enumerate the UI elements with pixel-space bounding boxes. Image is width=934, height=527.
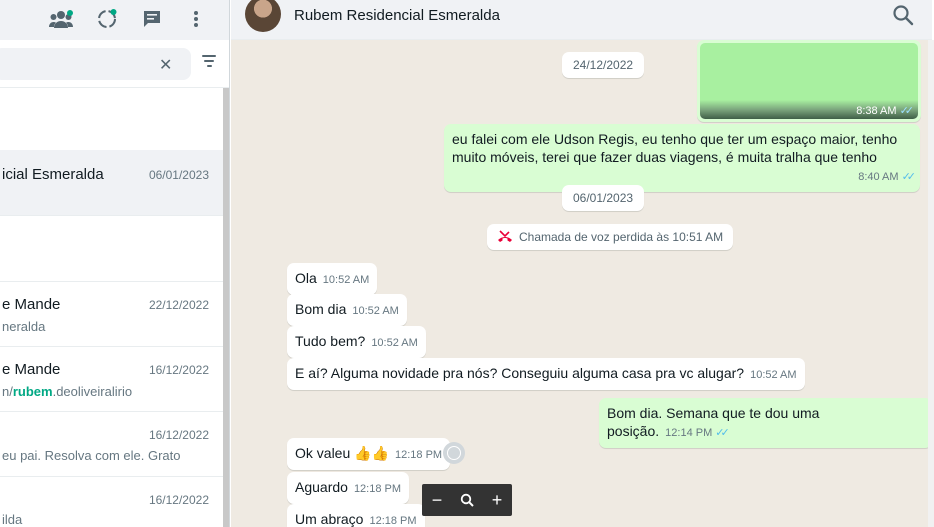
message-time: 12:14 PM ✓✓ [665,427,730,439]
message-time: 8:40 AM ✓✓ [858,168,917,186]
message-time: 10:52 AM [352,305,399,317]
chat-preview: n/rubem.deoliveiralirio [2,384,132,399]
emoji-reaction-icon[interactable] [443,442,465,464]
outgoing-message[interactable]: eu falei com ele Udson Regis, eu tenho q… [444,124,920,192]
conversation-scrollbar[interactable] [928,40,934,527]
zoom-icon[interactable] [455,488,479,512]
message-text: Aguardo [295,479,348,495]
read-ticks-icon: ✓✓ [715,427,730,439]
incoming-message[interactable]: Ola 10:52 AM [287,263,378,295]
read-ticks-icon: ✓✓ [899,105,915,117]
image-thumbnail[interactable]: 8:38 AM ✓✓ [700,43,918,119]
zoom-out-icon[interactable]: − [425,488,449,512]
chat-list-scrollbar[interactable] [223,88,229,527]
message-text: Ola [295,270,317,286]
message-text: Tudo bem? [295,333,366,349]
message-text: Bom dia [295,301,347,317]
contact-name[interactable]: Rubem Residencial Esmeralda [294,7,500,24]
chat-list-item[interactable]: e Mande 16/12/2022 n/rubem.deoliveiralir… [0,347,224,412]
chat-list-item-empty[interactable] [0,88,224,150]
chat-list-header [0,0,229,40]
zoom-in-icon[interactable]: + [485,488,509,512]
chat-name: e Mande [2,361,61,378]
message-text: E aí? Alguma novidade pra nós? Conseguiu… [295,365,745,381]
outgoing-message[interactable]: Bom dia. Semana que te dou uma posição. 1… [599,398,932,448]
date-separator: 06/01/2023 [562,185,645,211]
read-ticks-icon: ✓✓ [901,171,917,183]
chat-date: 16/12/2022 [148,428,209,442]
zoom-toolbar: − + [422,484,512,516]
message-time: 12:18 PM [369,515,417,527]
chat-list-item[interactable]: 16/12/2022 eu pai. Resolva com ele. Grat… [0,412,224,477]
message-time-text: 12:14 PM [665,427,713,439]
chat-date: 16/12/2022 [148,493,209,507]
status-icon[interactable] [94,6,120,32]
chat-list-item[interactable] [0,216,224,282]
incoming-message[interactable]: E aí? Alguma novidade pra nós? Conseguiu… [287,358,805,390]
missed-call-text: Chamada de voz perdida às 10:51 AM [519,230,724,244]
chat-list-item[interactable]: e Mande 22/12/2022 neralda [0,282,224,347]
chat-list-panel: ✕ icial Esmeralda 06/01/2023 e Mande 22/… [0,0,230,527]
search-input[interactable]: ✕ [0,48,191,80]
message-text: Ok valeu 👍👍 [295,445,390,461]
message-time-text: 8:40 AM [858,171,899,183]
message-time: 10:52 AM [371,337,418,349]
chat-list-item[interactable]: 16/12/2022 ilda [0,477,224,527]
date-separator: 24/12/2022 [562,52,645,78]
message-text: eu falei com ele Udson Regis, eu tenho q… [452,131,898,165]
missed-call-icon [498,230,512,242]
chat-date: 22/12/2022 [148,298,209,312]
conversation-panel: Rubem Residencial Esmeralda 8:38 AM ✓✓ 24… [231,0,932,527]
chat-preview: eu pai. Resolva com ele. Grato [2,448,181,463]
new-chat-icon[interactable] [139,6,165,32]
chat-name: icial Esmeralda [2,166,104,183]
message-time: 10:52 AM [750,369,797,381]
message-time: 10:52 AM [322,274,370,286]
close-icon[interactable]: ✕ [159,55,172,75]
chat-date: 06/01/2023 [148,168,209,182]
conversation-header[interactable]: Rubem Residencial Esmeralda [231,0,932,40]
incoming-message[interactable]: Aguardo 12:18 PM [287,472,410,504]
missed-call-notice[interactable]: Chamada de voz perdida às 10:51 AM [487,224,734,250]
search-row: ✕ [0,40,229,88]
chat-name: e Mande [2,296,61,313]
chat-preview: ilda [2,512,23,527]
chat-preview-post: .deoliveiralirio [52,384,133,399]
avatar[interactable] [245,0,281,32]
chat-preview: neralda [2,319,46,334]
message-time: 12:18 PM [395,449,443,461]
message-time-text: 8:38 AM [856,105,897,117]
chat-date: 16/12/2022 [148,363,209,377]
incoming-message[interactable]: Bom dia 10:52 AM [287,294,407,326]
image-message[interactable]: 8:38 AM ✓✓ [697,40,921,122]
incoming-message[interactable]: Tudo bem? 10:52 AM [287,326,426,358]
message-list: 8:38 AM ✓✓ 24/12/2022 eu falei com ele Ud… [231,40,932,527]
incoming-message[interactable]: Ok valeu 👍👍 12:18 PM [287,438,451,470]
message-time: 12:18 PM [353,483,402,495]
communities-icon[interactable] [48,6,74,32]
filter-icon[interactable] [201,55,217,71]
chat-preview-pre: n/ [2,384,13,399]
menu-icon[interactable] [183,6,209,32]
search-icon[interactable] [892,4,916,28]
incoming-message[interactable]: Um abraço 12:18 PM [287,504,425,527]
chat-list-item-selected[interactable]: icial Esmeralda 06/01/2023 [0,150,224,216]
message-time: 8:38 AM ✓✓ [856,104,915,117]
message-text: Um abraço [295,511,364,527]
chat-preview-highlight: rubem [12,384,53,399]
